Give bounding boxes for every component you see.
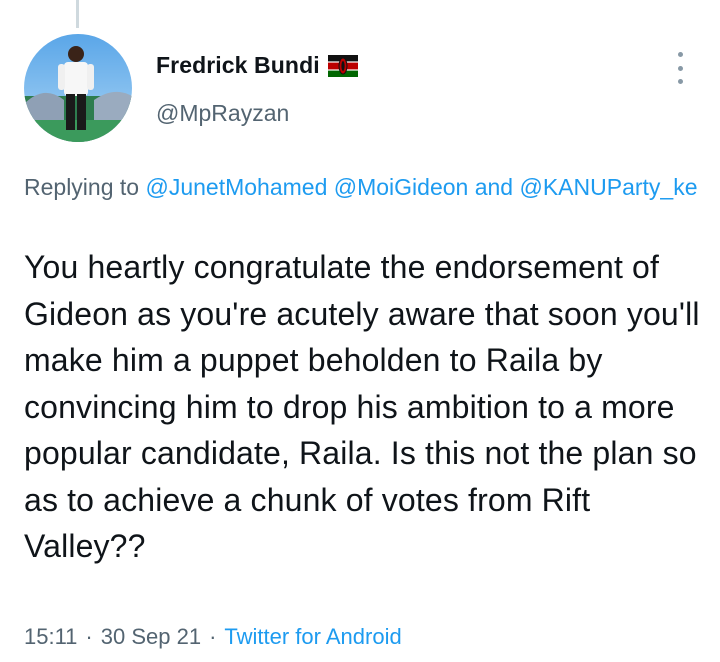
- more-dot: [677, 52, 683, 57]
- mention-link[interactable]: @JunetMohamed: [145, 174, 327, 200]
- replying-to-label: Replying to: [24, 174, 140, 200]
- mention-conjunction[interactable]: and: [475, 174, 513, 200]
- tweet-text: You heartly congratulate the endorsement…: [24, 249, 700, 564]
- more-dot: [677, 79, 683, 84]
- more-dot: [677, 65, 683, 71]
- kenya-flag-icon: [327, 54, 358, 77]
- author-name-row: Fredrick Bundi: [156, 52, 358, 79]
- avatar-image: [24, 34, 132, 142]
- tweet-time[interactable]: 15:11: [24, 624, 77, 650]
- thread-connector-line: [76, 0, 79, 28]
- tweet-date[interactable]: 30 Sep 21: [101, 624, 201, 650]
- tweet-source-link[interactable]: Twitter for Android: [224, 624, 401, 650]
- replying-to-line: Replying to @JunetMohamed @MoiGideon and…: [24, 171, 704, 203]
- tweet-metadata: 15:11 · 30 Sep 21 · Twitter for Android: [24, 624, 402, 650]
- avatar[interactable]: [24, 34, 132, 142]
- author-handle[interactable]: @MpRayzan: [156, 100, 289, 127]
- meta-separator: ·: [85, 624, 93, 649]
- mention-link[interactable]: @KANUParty_ke: [519, 174, 697, 200]
- author-display-name[interactable]: Fredrick Bundi: [156, 52, 320, 79]
- meta-separator: ·: [209, 624, 217, 649]
- more-options-icon[interactable]: [668, 52, 692, 84]
- mention-link[interactable]: @MoiGideon: [334, 174, 469, 200]
